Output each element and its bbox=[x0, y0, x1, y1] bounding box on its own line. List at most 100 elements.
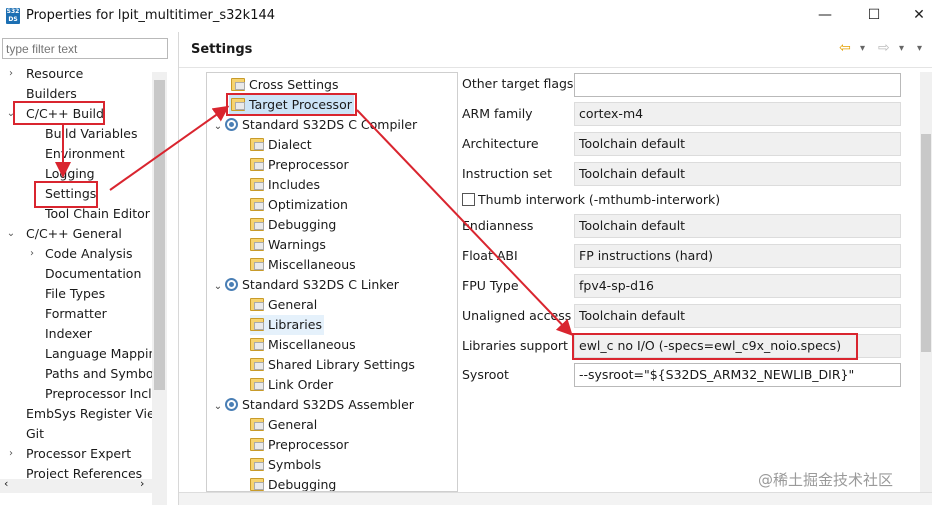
nav-item-cpp-build[interactable]: C/C++ Build bbox=[26, 104, 104, 124]
architecture-select[interactable]: Toolchain default bbox=[574, 132, 901, 156]
tree-node-assembler[interactable]: ⌄ Standard S32DS Assembler bbox=[211, 395, 414, 415]
minimize-button[interactable]: — bbox=[812, 4, 838, 26]
tree-node-debugging[interactable]: Debugging bbox=[250, 215, 336, 235]
horizontal-scrollbar[interactable]: ‹ › bbox=[0, 477, 152, 493]
other-target-flags-input[interactable] bbox=[574, 73, 901, 97]
thumb-interwork-label: Thumb interwork (-mthumb-interwork) bbox=[478, 192, 721, 207]
sysroot-label: Sysroot bbox=[462, 367, 509, 382]
bottom-scrollbar[interactable] bbox=[179, 492, 932, 505]
nav-item-formatter[interactable]: Formatter bbox=[45, 304, 107, 324]
nav-item-code-analysis[interactable]: Code Analysis bbox=[45, 244, 132, 264]
collapse-icon[interactable]: ⌄ bbox=[211, 117, 225, 137]
architecture-label: Architecture bbox=[462, 136, 539, 151]
collapse-icon[interactable]: ⌄ bbox=[211, 397, 225, 417]
folder-settings-icon bbox=[250, 478, 264, 491]
thumb-interwork-checkbox[interactable] bbox=[462, 193, 475, 206]
tree-node-general[interactable]: General bbox=[250, 295, 317, 315]
arm-family-select[interactable]: cortex-m4 bbox=[574, 102, 901, 126]
tree-node-preprocessor[interactable]: Preprocessor bbox=[250, 435, 349, 455]
tree-node-warnings[interactable]: Warnings bbox=[250, 235, 326, 255]
window-title: Properties for lpit_multitimer_s32k144 bbox=[26, 8, 276, 23]
expand-icon[interactable]: › bbox=[27, 244, 37, 264]
vertical-scrollbar[interactable] bbox=[152, 72, 167, 505]
tree-node-includes[interactable]: Includes bbox=[250, 175, 320, 195]
folder-settings-icon bbox=[250, 458, 264, 471]
nav-item-processor-expert[interactable]: Processor Expert bbox=[26, 444, 131, 464]
tree-node-shared-library-settings[interactable]: Shared Library Settings bbox=[250, 355, 415, 375]
tree-node-c-compiler[interactable]: ⌄ Standard S32DS C Compiler bbox=[211, 115, 417, 135]
expand-icon[interactable]: › bbox=[6, 64, 16, 84]
unaligned-access-label: Unaligned access bbox=[462, 308, 572, 323]
collapse-icon[interactable]: ⌄ bbox=[6, 224, 16, 244]
folder-settings-icon bbox=[250, 358, 264, 371]
tree-node-preprocessor[interactable]: Preprocessor bbox=[250, 155, 349, 175]
nav-item-resource[interactable]: Resource bbox=[26, 64, 83, 84]
watermark-text: @稀土掘金技术社区 bbox=[758, 471, 894, 489]
nav-item-tool-chain-editor[interactable]: Tool Chain Editor bbox=[45, 204, 150, 224]
nav-item-logging[interactable]: Logging bbox=[45, 164, 95, 184]
nav-item-cpp-general[interactable]: C/C++ General bbox=[26, 224, 122, 244]
nav-item-builders[interactable]: Builders bbox=[26, 84, 77, 104]
filter-input[interactable] bbox=[2, 38, 168, 59]
scroll-left-icon[interactable]: ‹ bbox=[4, 477, 8, 490]
nav-item-environment[interactable]: Environment bbox=[45, 144, 125, 164]
close-button[interactable]: ✕ bbox=[906, 4, 932, 26]
expand-icon[interactable]: › bbox=[6, 444, 16, 464]
fpu-type-select[interactable]: fpv4-sp-d16 bbox=[574, 274, 901, 298]
folder-settings-icon bbox=[250, 178, 264, 191]
back-arrow-icon[interactable]: ⇦ bbox=[839, 40, 851, 56]
nav-item-embsys-register-view[interactable]: EmbSys Register View bbox=[26, 404, 165, 424]
folder-settings-icon bbox=[250, 198, 264, 211]
folder-settings-icon bbox=[250, 158, 264, 171]
tree-node-debugging[interactable]: Debugging bbox=[250, 475, 336, 491]
maximize-button[interactable]: ☐ bbox=[861, 4, 887, 26]
folder-settings-icon bbox=[250, 378, 264, 391]
collapse-icon[interactable]: ⌄ bbox=[211, 277, 225, 297]
libraries-support-select[interactable]: ewl_c no I/O (-specs=ewl_c9x_noio.specs) bbox=[574, 334, 901, 358]
settings-header: Settings ⇦ ▾ ⇨ ▾ ▾ bbox=[179, 32, 932, 68]
tree-node-target-processor[interactable]: Target Processor bbox=[229, 95, 354, 115]
tree-node-general[interactable]: General bbox=[250, 415, 317, 435]
nav-item-settings[interactable]: Settings bbox=[45, 184, 96, 204]
nav-item-language-mappings[interactable]: Language Mappin bbox=[45, 344, 156, 364]
nav-item-indexer[interactable]: Indexer bbox=[45, 324, 92, 344]
nav-item-build-variables[interactable]: Build Variables bbox=[45, 124, 137, 144]
tree-node-optimization[interactable]: Optimization bbox=[250, 195, 348, 215]
instruction-set-select[interactable]: Toolchain default bbox=[574, 162, 901, 186]
folder-settings-icon bbox=[250, 438, 264, 451]
tree-node-miscellaneous[interactable]: Miscellaneous bbox=[250, 255, 356, 275]
unaligned-access-select[interactable]: Toolchain default bbox=[574, 304, 901, 328]
sysroot-input[interactable]: --sysroot="${S32DS_ARM32_NEWLIB_DIR}" bbox=[574, 363, 901, 387]
forward-dropdown-icon[interactable]: ▾ bbox=[899, 43, 904, 54]
target-processor-form: Other target flags ARM family cortex-m4 … bbox=[458, 72, 924, 492]
folder-settings-icon bbox=[250, 138, 264, 151]
tree-node-c-linker[interactable]: ⌄ Standard S32DS C Linker bbox=[211, 275, 399, 295]
vertical-scrollbar[interactable] bbox=[920, 72, 932, 492]
collapse-icon[interactable]: ⌄ bbox=[6, 104, 16, 124]
nav-item-documentation[interactable]: Documentation bbox=[45, 264, 141, 284]
nav-item-git[interactable]: Git bbox=[26, 424, 44, 444]
pane-divider[interactable] bbox=[178, 32, 179, 505]
tree-node-miscellaneous[interactable]: Miscellaneous bbox=[250, 335, 356, 355]
endianness-select[interactable]: Toolchain default bbox=[574, 214, 901, 238]
nav-item-preprocessor-include[interactable]: Preprocessor Inclu bbox=[45, 384, 160, 404]
forward-arrow-icon[interactable]: ⇨ bbox=[878, 40, 890, 56]
scrollbar-thumb[interactable] bbox=[921, 134, 931, 352]
fpu-type-label: FPU Type bbox=[462, 278, 519, 293]
scrollbar-thumb[interactable] bbox=[154, 80, 165, 390]
float-abi-select[interactable]: FP instructions (hard) bbox=[574, 244, 901, 268]
tree-node-symbols[interactable]: Symbols bbox=[250, 455, 321, 475]
back-dropdown-icon[interactable]: ▾ bbox=[860, 43, 865, 54]
view-menu-icon[interactable]: ▾ bbox=[917, 43, 922, 54]
tree-node-dialect[interactable]: Dialect bbox=[250, 135, 312, 155]
tree-node-cross-settings[interactable]: Cross Settings bbox=[231, 75, 339, 95]
nav-item-file-types[interactable]: File Types bbox=[45, 284, 105, 304]
folder-settings-icon bbox=[250, 258, 264, 271]
scroll-right-icon[interactable]: › bbox=[140, 477, 144, 490]
tree-node-libraries[interactable]: Libraries bbox=[250, 315, 324, 335]
tree-node-link-order[interactable]: Link Order bbox=[250, 375, 333, 395]
folder-settings-icon bbox=[250, 218, 264, 231]
tool-icon bbox=[225, 278, 238, 291]
nav-item-paths-and-symbols[interactable]: Paths and Symbols bbox=[45, 364, 164, 384]
folder-settings-icon bbox=[231, 98, 245, 111]
